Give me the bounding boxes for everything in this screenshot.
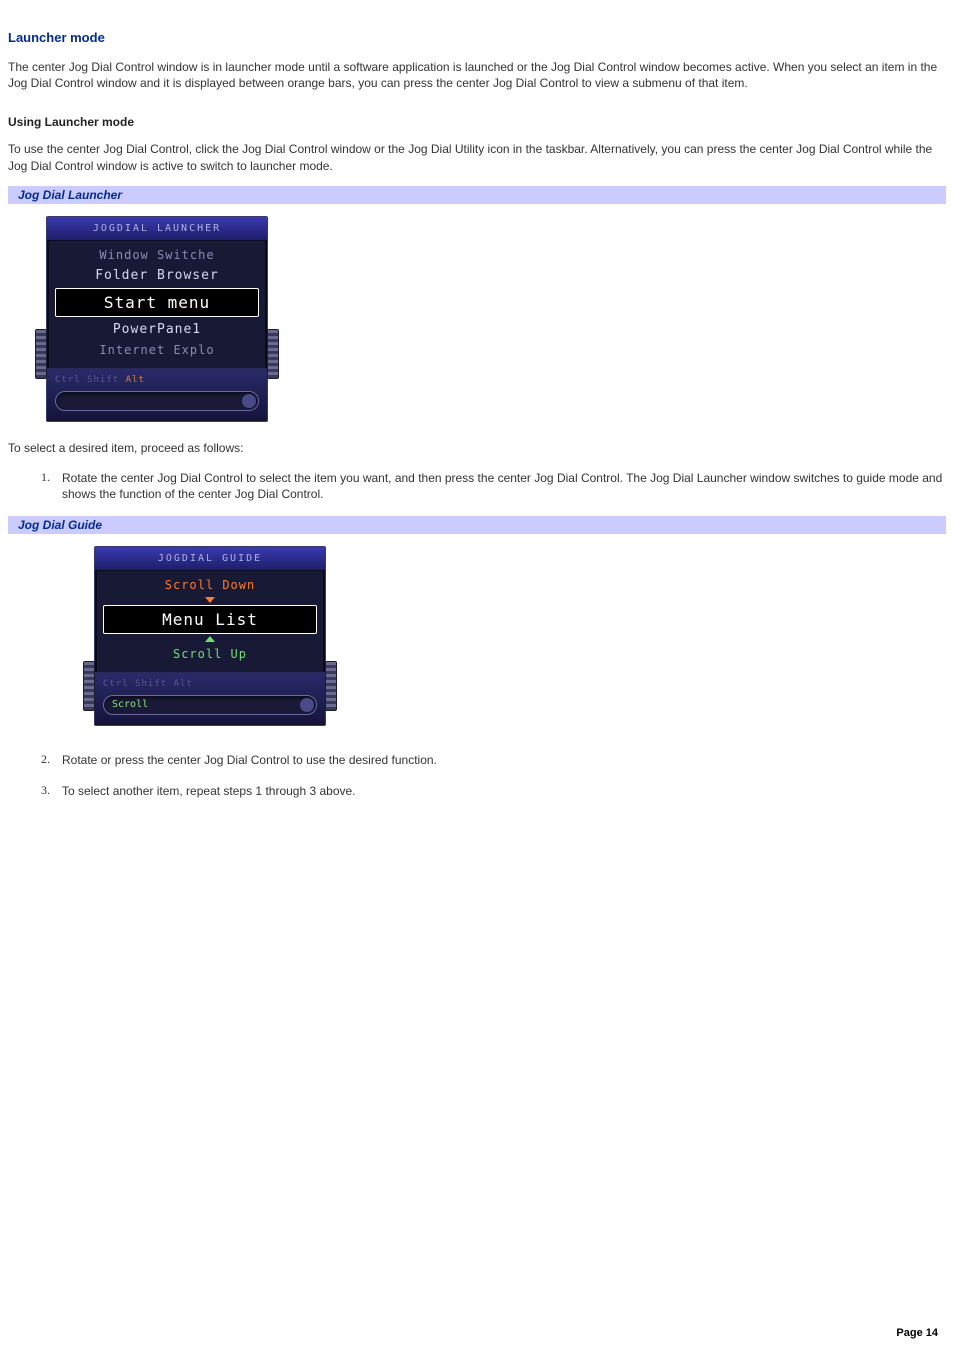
step-3: 3. To select another item, repeat steps …: [8, 783, 946, 799]
intro-paragraph: The center Jog Dial Control window is in…: [8, 59, 946, 91]
launcher-item[interactable]: Internet Explo: [55, 340, 259, 360]
launcher-item[interactable]: Window Switche: [55, 245, 259, 265]
step-text: To select another item, repeat steps 1 t…: [62, 783, 946, 799]
keys-dim: Ctrl Shift Alt: [103, 679, 193, 689]
launcher-slot[interactable]: [55, 391, 259, 411]
guide-scroll-down[interactable]: Scroll Down: [103, 575, 317, 595]
step-1: 1. Rotate the center Jog Dial Control to…: [8, 470, 946, 502]
slot-fill-icon: [300, 698, 314, 712]
scroll-handle-left-icon: [35, 329, 47, 379]
chevron-up-icon: [205, 636, 215, 642]
guide-titlebar: JOGDIAL GUIDE: [95, 547, 325, 571]
keys-active: Alt: [126, 375, 145, 385]
slot-label: Scroll: [112, 696, 148, 714]
launcher-item-selected[interactable]: Start menu: [55, 288, 259, 317]
scroll-handle-right-icon: [267, 329, 279, 379]
steps-list-cont: 2. Rotate or press the center Jog Dial C…: [8, 752, 946, 798]
guide-footer: Ctrl Shift Alt Scroll: [95, 672, 325, 725]
launcher-titlebar: JOGDIAL LAUNCHER: [47, 217, 267, 241]
step-text: Rotate or press the center Jog Dial Cont…: [62, 752, 946, 768]
guide-scroll-up[interactable]: Scroll Up: [103, 644, 317, 664]
keys-dim: Ctrl Shift: [55, 375, 119, 385]
step-text: Rotate the center Jog Dial Control to se…: [62, 470, 946, 502]
step-2: 2. Rotate or press the center Jog Dial C…: [8, 752, 946, 768]
step-number: 2.: [8, 752, 62, 767]
guide-slot[interactable]: Scroll: [103, 695, 317, 715]
chevron-down-icon: [205, 597, 215, 603]
figure-caption-guide: Jog Dial Guide: [8, 516, 946, 534]
launcher-list: Window Switche Folder Browser Start menu…: [47, 241, 267, 368]
launcher-item[interactable]: PowerPane1: [55, 319, 259, 340]
modifier-key-indicator: Ctrl Shift Alt: [103, 679, 317, 689]
scroll-handle-left-icon: [83, 661, 95, 711]
scroll-handle-right-icon: [325, 661, 337, 711]
section-heading: Launcher mode: [8, 30, 946, 45]
figure-guide: JOGDIAL GUIDE Scroll Down Menu List Scro…: [8, 534, 946, 734]
launcher-footer: Ctrl Shift Alt: [47, 368, 267, 421]
modifier-key-indicator: Ctrl Shift Alt: [55, 375, 259, 385]
figure-caption-launcher: Jog Dial Launcher: [8, 186, 946, 204]
usage-paragraph: To use the center Jog Dial Control, clic…: [8, 141, 946, 173]
guide-list: Scroll Down Menu List Scroll Up: [95, 571, 325, 672]
slot-fill-icon: [242, 394, 256, 408]
jogdial-guide-window: JOGDIAL GUIDE Scroll Down Menu List Scro…: [94, 546, 326, 726]
figure-launcher: JOGDIAL LAUNCHER Window Switche Folder B…: [8, 204, 946, 430]
step-number: 3.: [8, 783, 62, 798]
page-number: Page 14: [896, 1327, 938, 1339]
launcher-item[interactable]: Folder Browser: [55, 265, 259, 286]
subsection-heading: Using Launcher mode: [8, 115, 946, 129]
guide-menu-list[interactable]: Menu List: [103, 605, 317, 634]
step-number: 1.: [8, 470, 62, 485]
jogdial-launcher-window: JOGDIAL LAUNCHER Window Switche Folder B…: [46, 216, 268, 422]
select-lead: To select a desired item, proceed as fol…: [8, 440, 946, 456]
steps-list: 1. Rotate the center Jog Dial Control to…: [8, 470, 946, 502]
